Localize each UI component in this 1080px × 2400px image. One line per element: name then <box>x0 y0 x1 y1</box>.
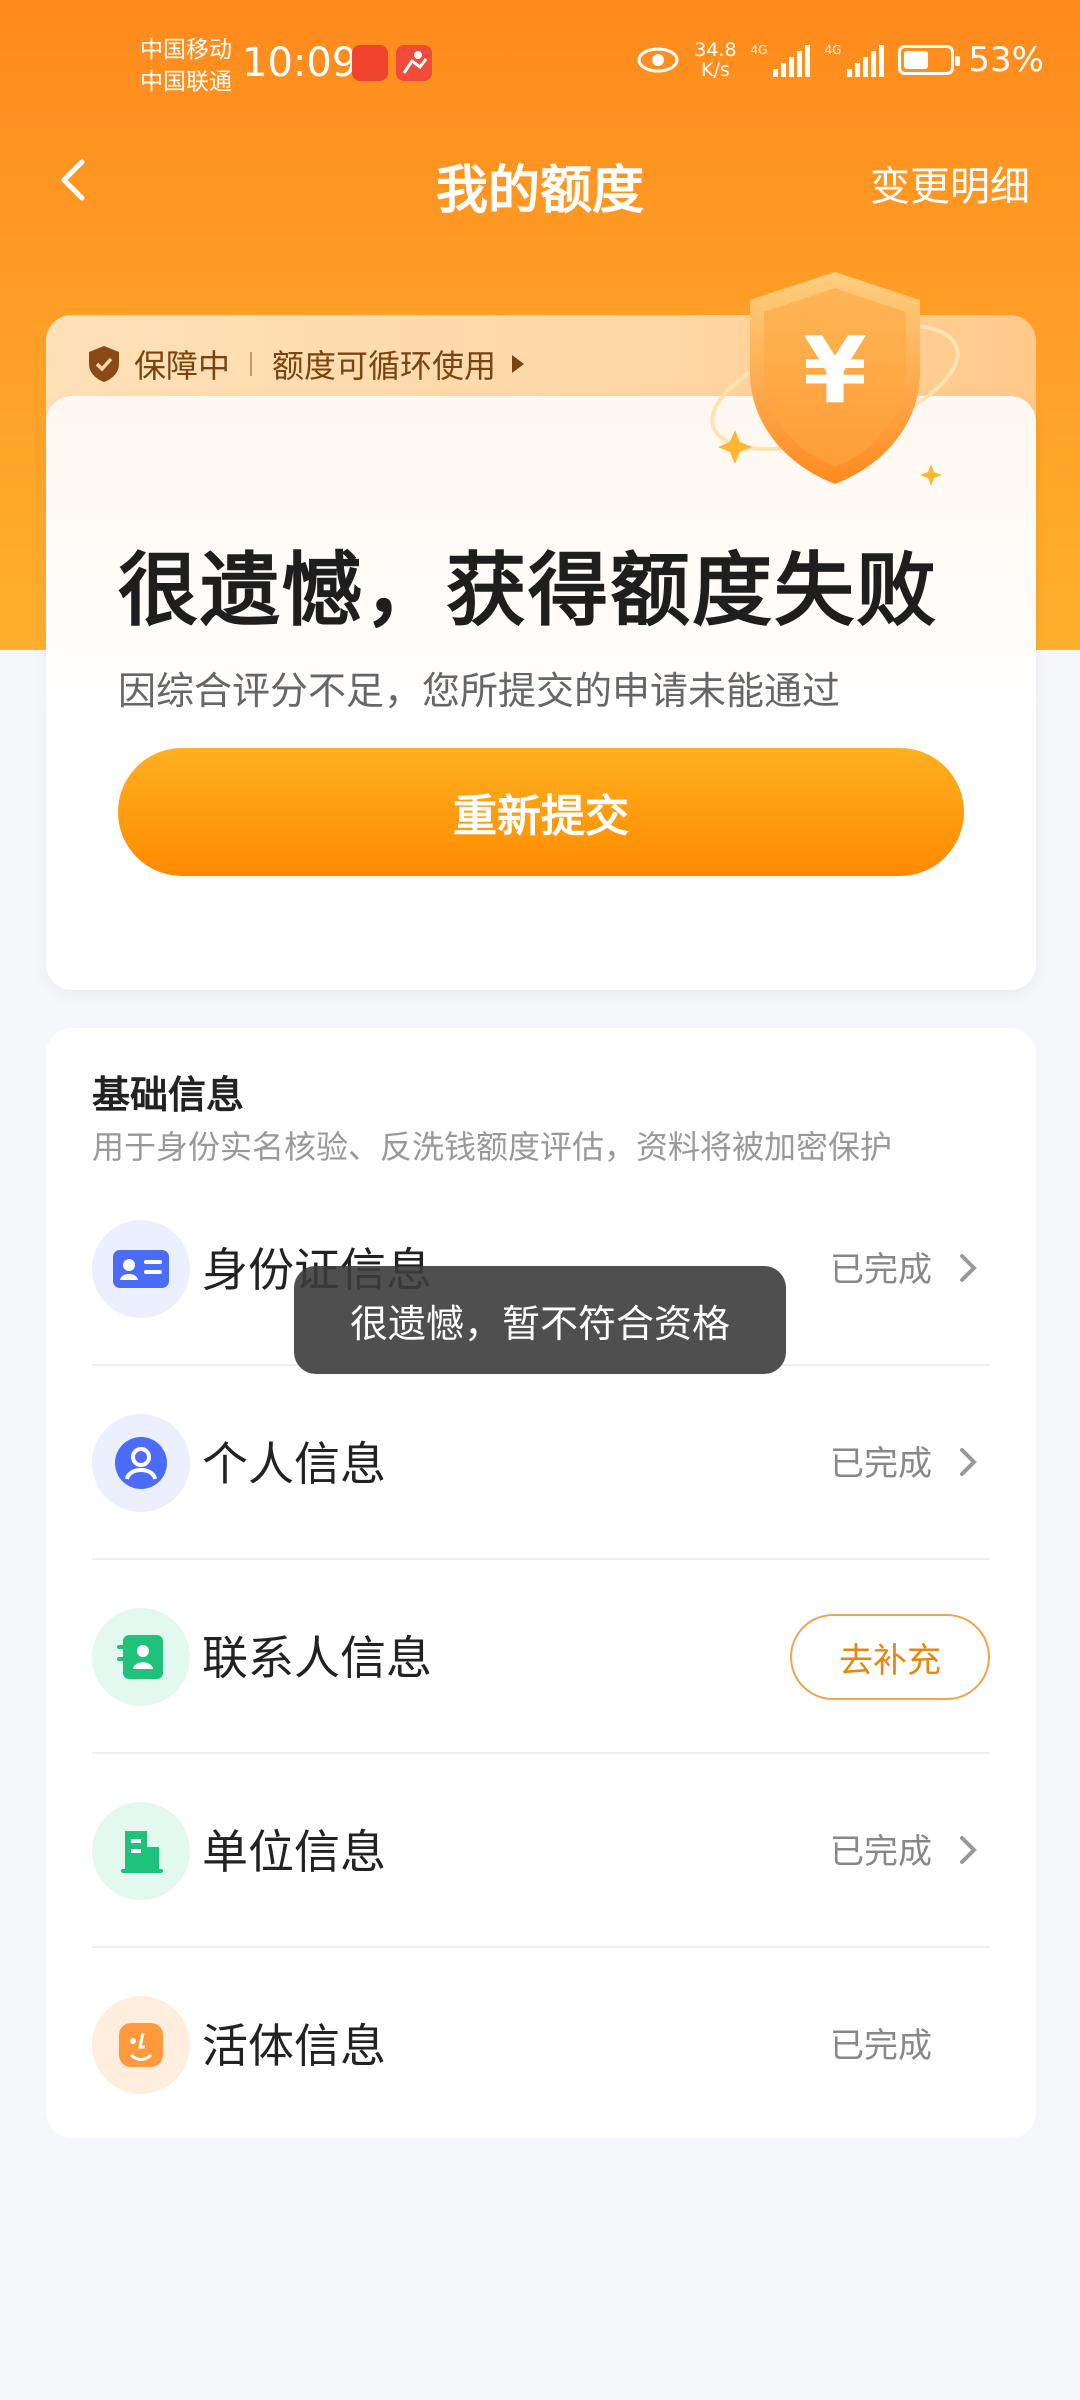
list-item-personal[interactable]: 个人信息 已完成 <box>92 1366 990 1560</box>
resubmit-button[interactable]: 重新提交 <box>118 748 964 876</box>
signal-icon: 4G <box>751 43 811 77</box>
failure-heading: 很遗憾，获得额度失败 <box>118 544 938 637</box>
chevron-right-icon <box>960 1254 977 1282</box>
id-card-icon <box>92 1220 190 1318</box>
net-speed: 34.8 K/s <box>694 39 737 81</box>
basic-info-card: 基础信息 用于身份实名核验、反洗钱额度评估，资料将被加密保护 身份证信息 已完成… <box>46 1028 1036 2138</box>
contacts-icon <box>92 1608 190 1706</box>
carrier-2: 中国联通 <box>140 69 232 95</box>
row-status: 已完成 <box>830 1832 932 1872</box>
battery-percent: 53% <box>968 40 1044 80</box>
toast-message: 很遗憾，暂不符合资格 <box>294 1266 786 1374</box>
signal-icon: 4G <box>824 43 885 77</box>
shield-check-icon <box>89 346 119 382</box>
play-arrow-icon <box>512 355 525 373</box>
list-item-contacts[interactable]: 联系人信息 去补充 <box>92 1560 990 1754</box>
huawei-app-icon <box>352 45 388 81</box>
row-label: 联系人信息 <box>202 1631 432 1685</box>
notification-app-icon <box>396 45 432 81</box>
list-item-employer[interactable]: 单位信息 已完成 <box>92 1754 990 1948</box>
change-details-link[interactable]: 变更明细 <box>870 154 1030 212</box>
row-status: 已完成 <box>830 2026 932 2066</box>
svg-text:¥: ¥ <box>803 317 867 424</box>
status-bar: 中国移动 中国联通 10:09 34.8 K/s 4G 4G 53% <box>0 0 1080 130</box>
supplement-button[interactable]: 去补充 <box>790 1614 990 1700</box>
tagline-text[interactable]: 额度可循环使用 <box>272 341 496 387</box>
section-title: 基础信息 <box>92 1073 245 1117</box>
eye-icon <box>637 47 679 73</box>
guarantee-badge: 保障中 <box>134 347 231 385</box>
carrier-info: 中国移动 中国联通 <box>140 34 232 98</box>
row-status: 已完成 <box>830 1250 932 1290</box>
row-label: 单位信息 <box>202 1825 386 1879</box>
row-label: 个人信息 <box>202 1437 386 1491</box>
chevron-right-icon <box>960 1448 977 1476</box>
list-item-liveness[interactable]: 活体信息 已完成 <box>92 1948 990 2142</box>
nav-bar: 我的额度 变更明细 <box>0 130 1080 230</box>
face-icon <box>92 1996 190 2094</box>
failure-reason: 因综合评分不足，您所提交的申请未能通过 <box>118 669 841 713</box>
yuan-shield-icon: ¥ <box>710 272 960 486</box>
chevron-right-icon <box>960 1836 977 1864</box>
row-status: 已完成 <box>830 1444 932 1484</box>
section-subtitle: 用于身份实名核验、反洗钱额度评估，资料将被加密保护 <box>92 1128 893 1166</box>
carrier-1: 中国移动 <box>140 37 232 63</box>
battery-icon <box>898 45 961 75</box>
row-label: 活体信息 <box>202 2019 386 2073</box>
clock: 10:09 <box>242 40 358 86</box>
person-icon <box>92 1414 190 1512</box>
building-icon <box>92 1802 190 1900</box>
